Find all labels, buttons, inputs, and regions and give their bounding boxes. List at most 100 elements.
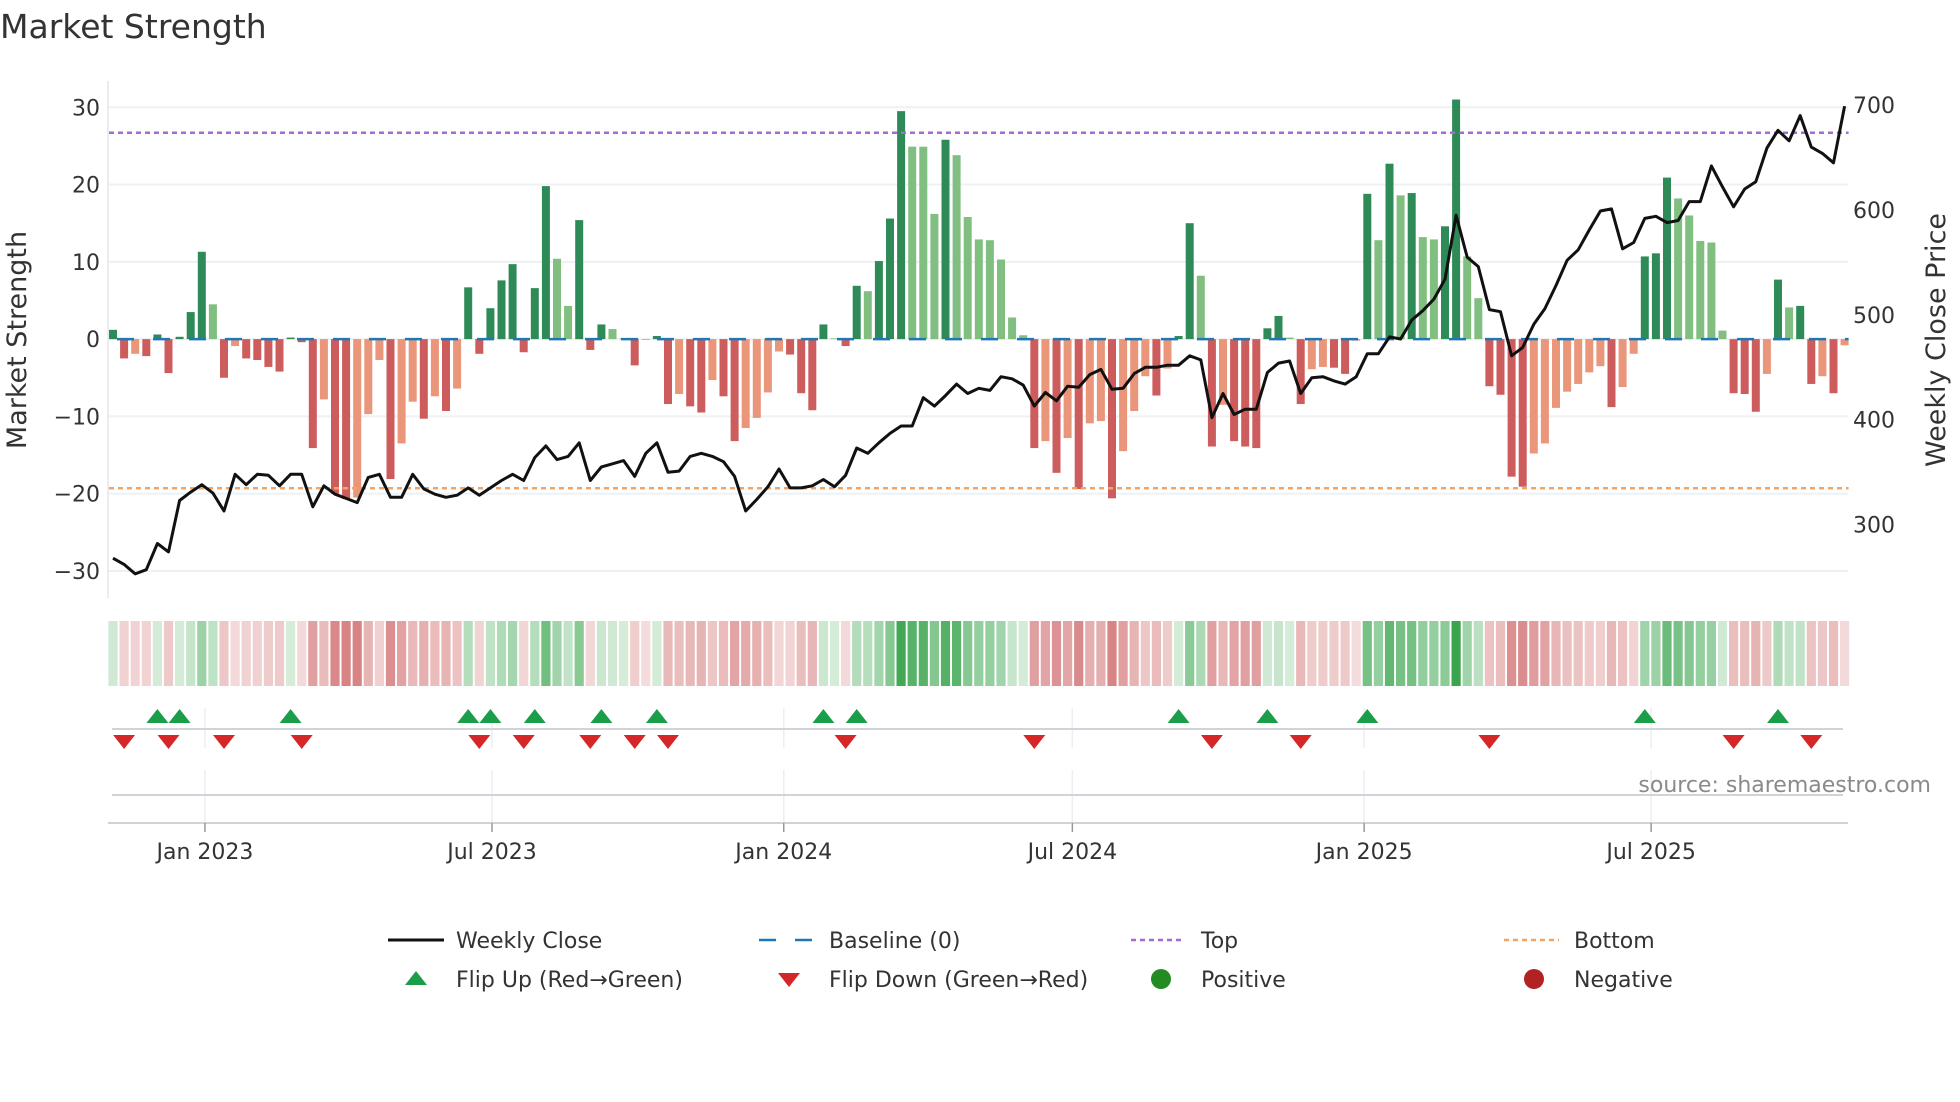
heatmap-cell xyxy=(1573,621,1583,686)
strength-bar xyxy=(1807,339,1816,384)
strength-bar xyxy=(1574,339,1583,384)
heatmap-cell xyxy=(419,621,429,686)
heatmap-cell xyxy=(163,621,174,686)
heatmap-cell xyxy=(141,621,151,686)
heatmap-cell xyxy=(1096,621,1106,686)
strength-bar xyxy=(686,339,695,407)
strength-bar xyxy=(475,339,484,354)
strength-bar xyxy=(730,339,739,442)
x-tick-label: Jul 2024 xyxy=(1026,840,1118,865)
heatmap-cell xyxy=(1828,621,1839,686)
heatmap-cell xyxy=(1262,621,1272,686)
heatmap-cell xyxy=(1140,621,1150,686)
legend-negative: Negative xyxy=(1574,968,1673,993)
heatmap-cell xyxy=(707,621,717,686)
heatmap-cell xyxy=(363,621,373,686)
strength-bar xyxy=(342,339,351,500)
gridlines xyxy=(108,106,1848,823)
strength-bar xyxy=(1518,339,1527,487)
heatmap-cell xyxy=(1074,621,1084,686)
heatmap-cell xyxy=(1207,621,1217,686)
heatmap-cell xyxy=(1795,621,1805,686)
y-tick-label: 0 xyxy=(86,328,100,353)
strength-bar xyxy=(264,339,273,367)
heatmap-cell xyxy=(197,621,207,686)
legend-top: Top xyxy=(1200,929,1238,954)
heatmap-cell xyxy=(552,621,562,686)
heatmap-cell xyxy=(1451,621,1461,686)
strength-bar xyxy=(708,339,717,381)
heatmap-cell xyxy=(1629,621,1639,686)
heatmap-cell xyxy=(508,621,518,686)
heatmap-cell xyxy=(807,621,817,686)
heatmap-cell xyxy=(219,621,229,686)
strength-bar xyxy=(1285,337,1294,340)
strength-bar xyxy=(1529,339,1538,454)
flip-up-marker xyxy=(279,709,302,723)
strength-bar xyxy=(120,339,129,359)
flip-down-marker xyxy=(1289,735,1312,749)
strength-bar xyxy=(430,339,439,397)
heatmap-cell xyxy=(674,621,684,686)
flip-down-marker xyxy=(834,735,857,749)
strength-bar xyxy=(874,261,883,340)
y2-tick-label: 700 xyxy=(1853,94,1895,119)
strength-bar xyxy=(408,339,417,402)
heatmap-cell xyxy=(1285,621,1295,686)
strength-bar xyxy=(1818,339,1827,377)
heatmap-cell xyxy=(1151,621,1161,686)
heatmap-cell xyxy=(452,621,462,686)
heatmap-cell xyxy=(563,621,573,686)
flip-down-marker xyxy=(1722,735,1745,749)
heatmap-cell xyxy=(1729,621,1739,686)
strength-bar xyxy=(1618,339,1627,388)
heatmap-cell xyxy=(1396,621,1406,686)
strength-bar xyxy=(1829,339,1838,394)
y-tick-label: 20 xyxy=(72,174,100,199)
strength-bar xyxy=(486,308,495,340)
strength-bar xyxy=(364,339,373,415)
x-tick-label: Jan 2024 xyxy=(733,840,832,865)
strength-bar xyxy=(1374,240,1383,340)
strength-bar xyxy=(1685,215,1694,340)
heatmap-cell xyxy=(1329,621,1339,686)
heatmap-cell xyxy=(696,621,706,686)
flip-up-marker xyxy=(168,709,191,723)
strength-bar xyxy=(1651,253,1660,340)
strength-bar xyxy=(997,259,1005,340)
x-tick-label: Jan 2025 xyxy=(1314,840,1413,865)
flip-up-marker xyxy=(1633,709,1656,723)
heatmap-cell xyxy=(1107,621,1117,686)
strength-bar xyxy=(109,329,117,340)
heatmap-cell xyxy=(863,621,873,686)
flip-down-marker xyxy=(512,735,535,749)
heatmap-cell xyxy=(1840,621,1850,686)
strength-bar xyxy=(164,339,173,374)
heatmap-cell xyxy=(763,621,773,686)
strength-bar xyxy=(819,324,828,340)
strength-bar xyxy=(664,339,672,405)
strength-bar xyxy=(1640,256,1649,340)
strength-bar xyxy=(941,139,950,340)
source-note: source: sharemaestro.com xyxy=(1638,773,1931,798)
heatmap-cell xyxy=(352,621,362,686)
heatmap-cell xyxy=(1640,621,1650,686)
heatmap-cell xyxy=(1174,621,1184,686)
strength-heatmap-strip xyxy=(108,621,1850,686)
strength-bar xyxy=(1074,339,1083,490)
y-tick-label: −30 xyxy=(54,560,100,585)
flip-up-marker xyxy=(1256,709,1279,723)
heatmap-cell xyxy=(1484,621,1494,686)
strength-bar xyxy=(1585,339,1594,373)
heatmap-cell xyxy=(1540,621,1550,686)
heatmap-cell xyxy=(630,621,640,686)
heatmap-cell xyxy=(1440,621,1450,686)
strength-bar xyxy=(1740,339,1749,394)
heatmap-cell xyxy=(896,621,906,686)
heatmap-cell xyxy=(208,621,218,686)
heatmap-cell xyxy=(230,621,240,686)
heatmap-cell xyxy=(1384,621,1395,686)
legend-bottom: Bottom xyxy=(1574,929,1655,954)
strength-bar xyxy=(952,155,961,340)
heatmap-cell xyxy=(641,621,651,686)
